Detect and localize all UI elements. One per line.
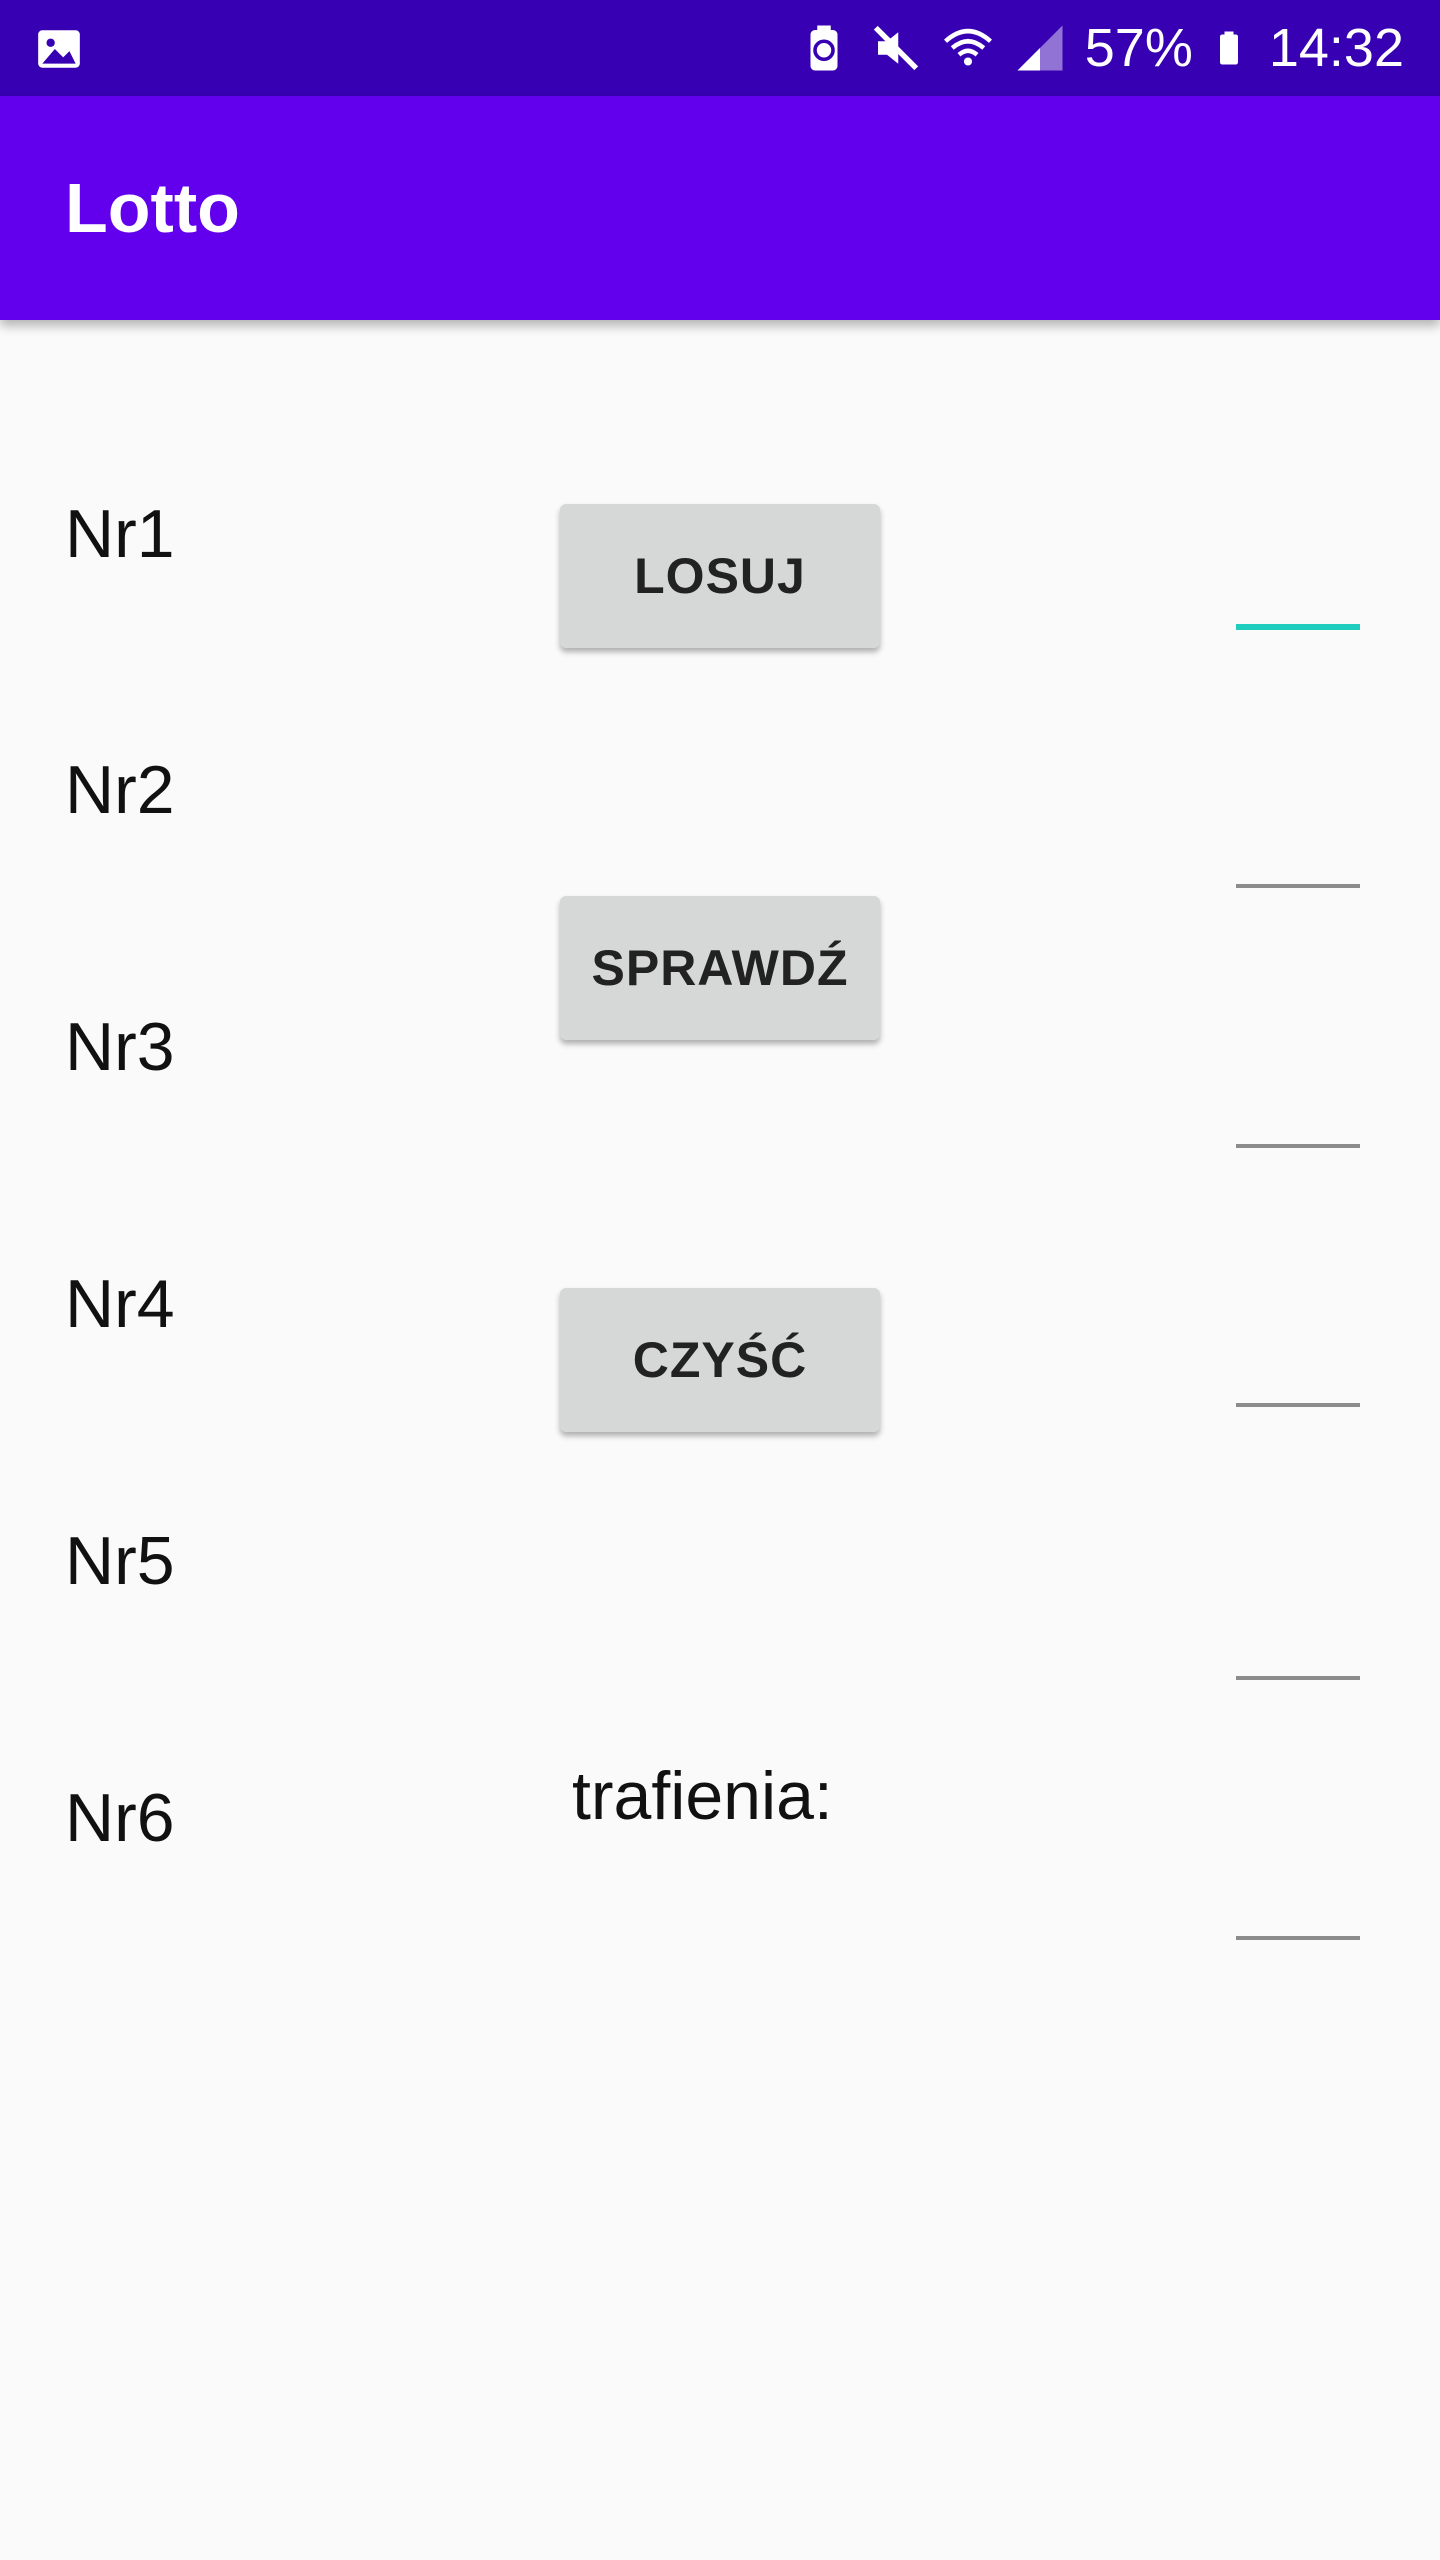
app-title: Lotto [65,169,240,247]
status-time: 14:32 [1268,18,1404,78]
number-input-6[interactable] [1236,1936,1360,1940]
image-icon [38,30,80,68]
hits-label: trafienia: [572,1758,833,1834]
app-bar: Lotto [0,96,1440,320]
label-nr4: Nr4 [65,1266,175,1342]
wifi-icon [943,28,992,66]
label-nr6: Nr6 [65,1780,175,1856]
label-nr3: Nr3 [65,1009,175,1085]
label-nr1: Nr1 [65,496,175,572]
clear-button[interactable]: CZYŚĆ [560,1288,880,1432]
label-nr5: Nr5 [65,1523,175,1599]
mute-icon [873,25,918,71]
number-input-2[interactable] [1236,884,1360,888]
status-bar: 57% 14:32 [0,0,1440,96]
number-input-1[interactable] [1236,624,1360,630]
signal-icon [1017,25,1063,71]
battery-percent: 57% [1084,18,1193,78]
label-nr2: Nr2 [65,752,175,828]
battery-icon [1219,31,1238,65]
number-input-5[interactable] [1236,1676,1360,1680]
draw-button[interactable]: LOSUJ [560,504,880,648]
check-button[interactable]: SPRAWDŹ [560,896,880,1040]
battery-saver-icon [810,25,838,71]
number-input-4[interactable] [1236,1403,1360,1407]
number-input-3[interactable] [1236,1144,1360,1148]
